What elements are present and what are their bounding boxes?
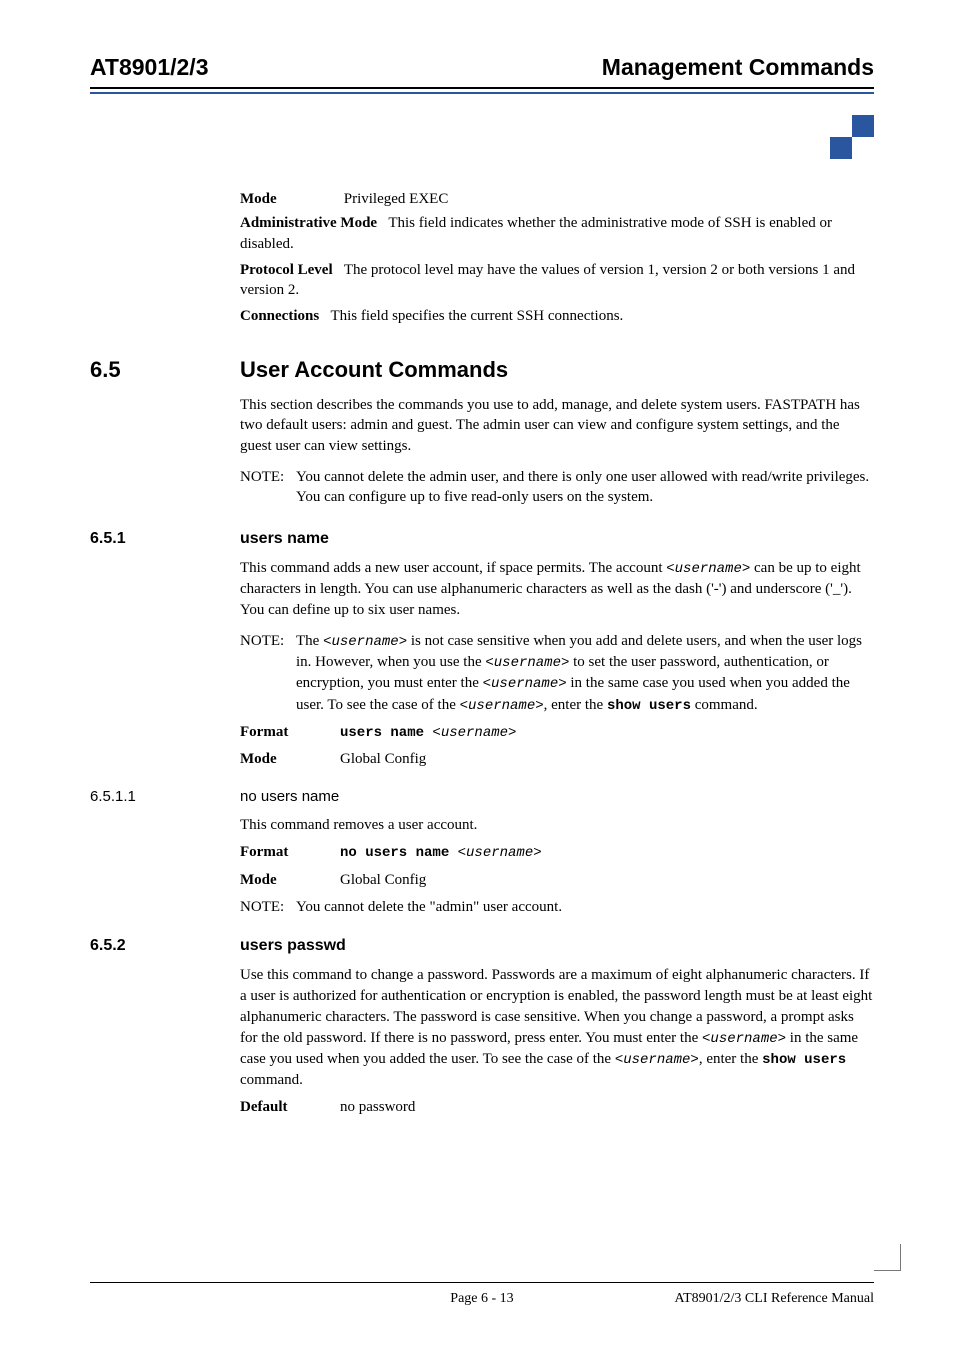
section-6-5-note: NOTE: You cannot delete the admin user, … <box>240 467 874 508</box>
username-token: <username> <box>483 676 567 692</box>
connections-label: Connections <box>240 308 319 324</box>
section-6-5-1-title: users name <box>240 530 329 548</box>
section-6-5-2-heading: 6.5.2 users passwd <box>90 937 874 955</box>
section-6-5-number: 6.5 <box>90 357 240 383</box>
section-6-5-2-para: Use this command to change a password. P… <box>240 965 874 1090</box>
username-token: <username> <box>615 1052 699 1068</box>
para-text-a: This command adds a new user account, if… <box>240 560 666 576</box>
connections-text: This field specifies the current SSH con… <box>330 308 623 324</box>
mode-row: Mode Global Config <box>240 870 874 891</box>
section-6-5-1-1-number: 6.5.1.1 <box>90 788 240 805</box>
mode-label: Mode <box>240 870 340 891</box>
mode-value: Global Config <box>340 870 874 891</box>
section-6-5-2-number: 6.5.2 <box>90 937 240 955</box>
username-token: <username> <box>485 655 569 671</box>
default-label: Default <box>240 1097 340 1118</box>
section-6-5-title: User Account Commands <box>240 357 508 383</box>
protocol-level-row: Protocol Level The protocol level may ha… <box>240 260 874 301</box>
show-users-cmd: show users <box>762 1052 846 1068</box>
note-label: NOTE: <box>240 897 296 918</box>
section-6-5-1-para: This command adds a new user account, if… <box>240 558 874 621</box>
note-text: The <username> is not case sensitive whe… <box>296 631 874 716</box>
note-label: NOTE: <box>240 631 296 716</box>
protocol-level-label: Protocol Level <box>240 262 333 278</box>
mode-label: Mode <box>240 189 340 209</box>
format-label: Format <box>240 842 340 864</box>
admin-mode-row: Administrative Mode This field indicates… <box>240 213 874 254</box>
default-value: no password <box>340 1097 874 1118</box>
section-6-5-1-1-note: NOTE: You cannot delete the "admin" user… <box>240 897 874 918</box>
username-token: <username> <box>432 725 516 741</box>
section-6-5-1-note: NOTE: The <username> is not case sensiti… <box>240 631 874 716</box>
mode-value: Global Config <box>340 749 874 770</box>
corner-logo-icon <box>814 115 874 160</box>
header-left: AT8901/2/3 <box>90 54 208 81</box>
username-token: <username> <box>460 698 544 714</box>
username-token: <username> <box>702 1031 786 1047</box>
show-users-cmd: show users <box>607 698 691 714</box>
page-footer: Page 6 - 13 AT8901/2/3 CLI Reference Man… <box>90 1282 874 1307</box>
footer-manual-name: AT8901/2/3 CLI Reference Manual <box>675 1291 874 1307</box>
format-value: users name <username> <box>340 722 874 744</box>
default-row: Default no password <box>240 1097 874 1118</box>
format-label: Format <box>240 722 340 744</box>
section-6-5-1-1-title: no users name <box>240 788 339 805</box>
connections-row: Connections This field specifies the cur… <box>240 306 874 326</box>
protocol-level-text: The protocol level may have the values o… <box>240 262 855 298</box>
mode-row: Mode Global Config <box>240 749 874 770</box>
section-6-5-1-heading: 6.5.1 users name <box>90 530 874 548</box>
note-text: You cannot delete the admin user, and th… <box>296 467 874 508</box>
mode-row: Mode Privileged EXEC <box>240 189 874 209</box>
username-token: <username> <box>666 561 750 577</box>
username-token: <username> <box>458 845 542 861</box>
section-6-5-1-number: 6.5.1 <box>90 530 240 548</box>
section-6-5-para: This section describes the commands you … <box>240 395 874 457</box>
format-row: Format users name <username> <box>240 722 874 744</box>
header-right: Management Commands <box>602 54 874 81</box>
section-6-5-1-1-heading: 6.5.1.1 no users name <box>90 788 874 805</box>
note-label: NOTE: <box>240 467 296 508</box>
page-header: AT8901/2/3 Management Commands <box>90 54 874 89</box>
admin-mode-label: Administrative Mode <box>240 215 377 231</box>
mode-label: Mode <box>240 749 340 770</box>
note-text: You cannot delete the "admin" user accou… <box>296 897 874 918</box>
header-blue-rule <box>90 92 874 94</box>
footer-page-number: Page 6 - 13 <box>450 1291 513 1307</box>
format-value: no users name <username> <box>340 842 874 864</box>
section-6-5-1-1-para: This command removes a user account. <box>240 815 874 836</box>
mode-value: Privileged EXEC <box>344 189 873 209</box>
format-row: Format no users name <username> <box>240 842 874 864</box>
crop-mark-icon <box>874 1244 901 1271</box>
content-area: Mode Privileged EXEC Administrative Mode… <box>240 189 874 327</box>
section-6-5-2-title: users passwd <box>240 937 346 955</box>
section-6-5-heading: 6.5 User Account Commands <box>90 357 874 383</box>
username-token: <username> <box>323 634 407 650</box>
